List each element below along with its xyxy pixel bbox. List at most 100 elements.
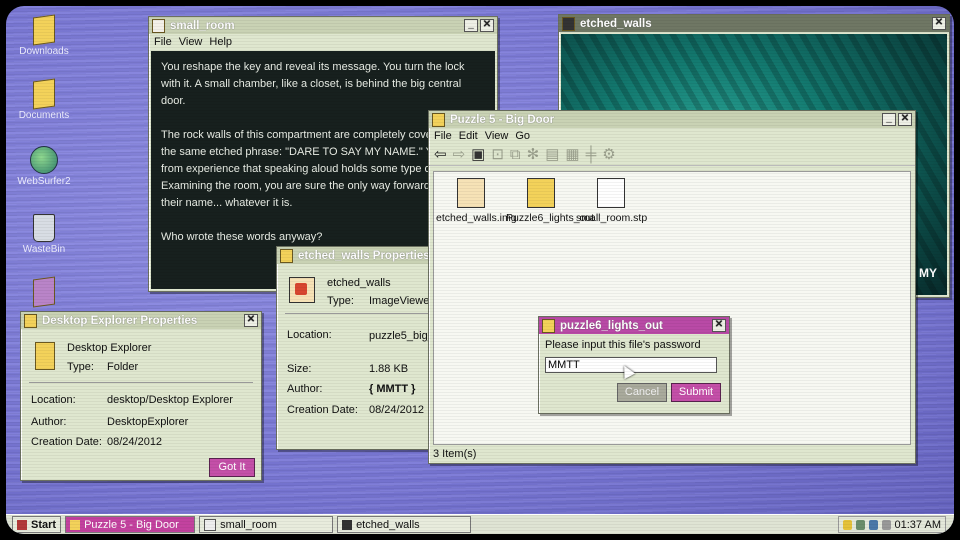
window-title: Puzzle 5 - Big Door (450, 113, 555, 126)
folder-icon (24, 313, 37, 328)
folder-name: Desktop Explorer (67, 342, 152, 354)
clock-icon (881, 519, 891, 530)
file-etched-walls[interactable]: etched_walls.img (436, 178, 517, 225)
author-label: Author: (31, 416, 67, 428)
file-puzzle6[interactable]: Puzzle6_lights_out (506, 178, 594, 225)
minimize-icon[interactable]: _ (882, 113, 896, 126)
type-value: ImageViewer (369, 295, 433, 307)
trash-bin-icon (33, 214, 55, 242)
desktop-icon-documents[interactable]: Documents (14, 78, 74, 121)
password-dialog: puzzle6_lights_out ✕ Please input this f… (538, 316, 730, 414)
date-label: Creation Date: (287, 404, 358, 416)
window-title: puzzle6_lights_out (560, 319, 663, 332)
desktop-icon-wastebin[interactable]: WasteBin (14, 214, 74, 255)
date-label: Creation Date: (31, 436, 102, 448)
folder-icon (35, 342, 55, 370)
close-icon[interactable]: ✕ (932, 17, 946, 30)
task-small-room[interactable]: small_room (199, 516, 334, 533)
folder-icon (33, 14, 55, 46)
got-it-button[interactable]: Got It (209, 458, 255, 477)
divider (29, 382, 253, 383)
document-icon (204, 518, 217, 531)
cut-icon[interactable]: ⊡ (491, 145, 504, 163)
properties-titlebar[interactable]: Desktop Explorer Properties ✕ (21, 312, 261, 329)
location-label: Location: (287, 329, 332, 341)
minimize-icon[interactable]: _ (464, 19, 478, 32)
submit-button[interactable]: Submit (671, 383, 721, 402)
password-prompt: Please input this file's password (545, 339, 701, 351)
menubar: File Edit View Go (429, 128, 915, 143)
globe-icon (30, 146, 58, 174)
copy-icon[interactable]: ⧉ (510, 146, 521, 163)
menu-file[interactable]: File (434, 130, 452, 142)
window-title: small_room (170, 19, 235, 32)
author-value: DesktopExplorer (107, 416, 189, 428)
task-etched-walls[interactable]: etched_walls (337, 516, 472, 533)
network-icon[interactable] (855, 519, 865, 530)
menu-file[interactable]: File (154, 36, 172, 48)
author-value: { MMTT } (369, 383, 416, 395)
cancel-button[interactable]: Cancel (617, 383, 667, 402)
menu-view[interactable]: View (485, 130, 509, 142)
window-title: Desktop Explorer Properties (42, 314, 198, 327)
menu-view[interactable]: View (179, 36, 203, 48)
close-icon[interactable]: ✕ (898, 113, 912, 126)
close-icon[interactable]: ✕ (244, 314, 258, 327)
desktop-icon-websurfer[interactable]: WebSurfer2 (14, 146, 74, 187)
start-label: Start (31, 518, 57, 531)
status-bar: 3 Item(s) (433, 447, 476, 462)
settings-icon[interactable]: ✻ (527, 145, 540, 163)
size-label: Size: (287, 363, 312, 375)
story-paragraph: You reshape the key and reveal its messa… (161, 61, 465, 107)
lock-icon (542, 318, 555, 333)
author-label: Author: (287, 383, 323, 395)
location-value: desktop/Desktop Explorer (107, 394, 233, 406)
menu-help[interactable]: Help (209, 36, 232, 48)
close-icon[interactable]: ✕ (712, 319, 726, 332)
gear-icon[interactable]: ⚙ (602, 145, 615, 163)
close-icon[interactable]: ✕ (480, 19, 494, 32)
taskbar: Start Puzzle 5 - Big Door small_room etc… (6, 514, 954, 534)
desktop-icon-label: Documents (18, 110, 70, 121)
explorer-icon (33, 276, 55, 308)
file-label: small_room.stp (576, 212, 648, 224)
folder-icon (33, 78, 55, 110)
password-dialog-titlebar[interactable]: puzzle6_lights_out ✕ (539, 317, 729, 334)
big-door-titlebar[interactable]: Puzzle 5 - Big Door _ ✕ (429, 111, 915, 128)
delete-icon[interactable]: ▦ (565, 145, 579, 163)
desktop-icon-label: WasteBin (22, 244, 66, 255)
paste-icon[interactable]: ▤ (545, 145, 559, 163)
properties-icon (280, 248, 293, 263)
forward-arrow-icon[interactable]: ⇨ (453, 145, 466, 163)
size-value: 1.88 KB (369, 363, 409, 375)
task-label: Puzzle 5 - Big Door (84, 518, 179, 531)
etched-walls-titlebar[interactable]: etched_walls ✕ (559, 15, 949, 32)
desktop-icon-explorer[interactable] (14, 276, 74, 308)
locked-file-icon (527, 178, 555, 208)
menubar: File View Help (149, 34, 497, 49)
type-label: Type: (67, 361, 94, 373)
image-icon-inner (295, 283, 307, 295)
task-big-door[interactable]: Puzzle 5 - Big Door (65, 516, 196, 533)
volume-icon[interactable] (868, 519, 878, 530)
image-icon (342, 519, 353, 530)
menu-go[interactable]: Go (515, 130, 530, 142)
back-arrow-icon[interactable]: ⇦ (434, 145, 447, 163)
toolbar: ⇦ ⇨ ▣ ⊡ ⧉ ✻ ▤ ▦ ╪ ⚙ (429, 143, 915, 166)
start-button[interactable]: Start (12, 516, 62, 533)
file-label: etched_walls.img (436, 212, 517, 224)
document-icon (152, 18, 165, 33)
date-value: 08/24/2012 (369, 404, 425, 416)
desktop-explorer-properties-window: Desktop Explorer Properties ✕ Desktop Ex… (20, 311, 262, 481)
window-title: etched_walls (580, 17, 652, 30)
menu-edit[interactable]: Edit (459, 130, 478, 142)
script-file-icon (597, 178, 625, 208)
task-label: etched_walls (356, 518, 420, 531)
file-small-room[interactable]: small_room.stp (576, 178, 648, 225)
desktop-icon-downloads[interactable]: Downloads (14, 14, 74, 57)
up-folder-icon[interactable]: ▣ (471, 145, 485, 163)
system-tray: 01:37 AM (837, 516, 946, 533)
small-room-titlebar[interactable]: small_room _ ✕ (149, 17, 497, 34)
lightbulb-icon[interactable] (842, 519, 852, 530)
properties-icon[interactable]: ╪ (586, 146, 597, 163)
